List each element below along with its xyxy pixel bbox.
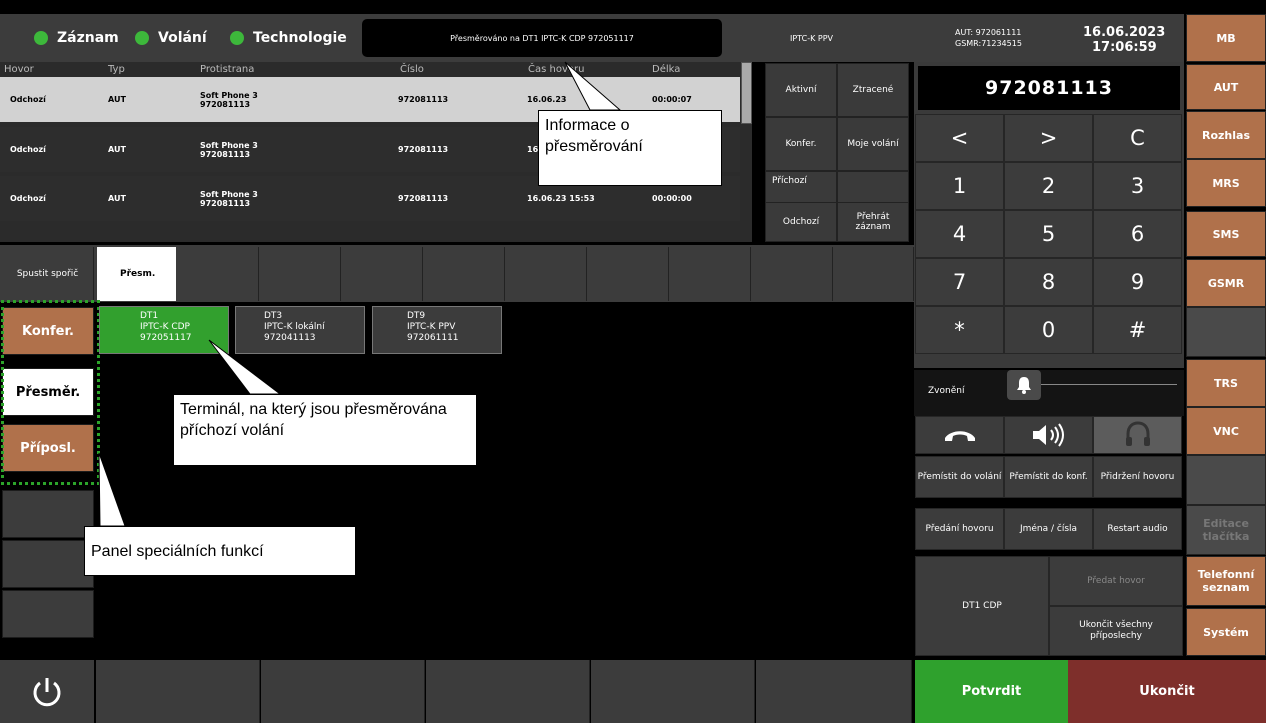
annotation-arrows (98, 61, 622, 527)
arrow-panel (98, 452, 126, 527)
app-window: Záznam Volání Technologie Přesměrováno n… (0, 0, 1266, 723)
arrow-redirect-info (564, 61, 622, 111)
annotation-redirect-info: Informace o přesměrování (538, 110, 722, 186)
annotation-panel: Panel speciálních funkcí (84, 526, 356, 576)
arrow-terminal (208, 339, 282, 395)
annotation-terminal: Terminál, na který jsou přesměrována pří… (173, 394, 477, 466)
